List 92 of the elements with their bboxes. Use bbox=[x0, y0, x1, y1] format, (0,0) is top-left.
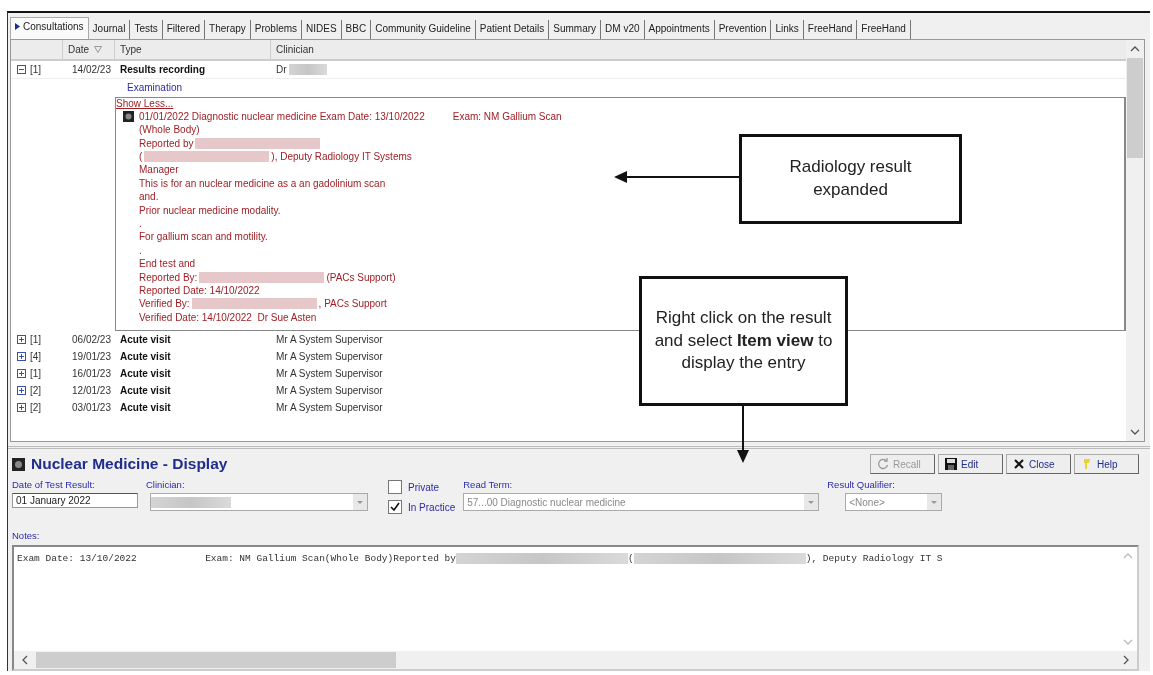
result-text: Exam: NM Gallium Scan bbox=[452, 109, 562, 124]
section-link[interactable]: Examination bbox=[127, 82, 183, 94]
entry-count: [2] bbox=[30, 384, 42, 396]
clinician-cell: Dr bbox=[276, 63, 287, 75]
scroll-left-icon[interactable] bbox=[22, 655, 28, 665]
scroll-down-icon[interactable] bbox=[1130, 429, 1140, 435]
column-header[interactable]: Type bbox=[120, 43, 142, 55]
result-text: Reported By: bbox=[139, 270, 198, 284]
result-text: and. bbox=[139, 190, 159, 204]
qualifier-dropdown[interactable]: <None> bbox=[845, 493, 943, 511]
result-text: Reported by bbox=[139, 136, 194, 150]
result-text: This is for an nuclear medicine as a an gadolinium scan bbox=[139, 176, 386, 191]
date-cell: 14/02/23 bbox=[72, 63, 111, 75]
clinician-cell: Mr A System Supervisor bbox=[276, 384, 383, 396]
clinician-cell: Mr A System Supervisor bbox=[276, 367, 383, 379]
date-cell: 06/02/23 bbox=[72, 333, 111, 345]
date-field[interactable]: 01 January 2022 bbox=[12, 493, 138, 508]
type-cell: Acute visit bbox=[120, 367, 171, 379]
save-icon bbox=[945, 458, 957, 470]
field-label: Result Qualifier: bbox=[827, 479, 896, 490]
redaction-bar bbox=[288, 63, 327, 75]
help-icon bbox=[1081, 458, 1093, 470]
expander-icon[interactable] bbox=[17, 334, 26, 344]
checkbox-label: In Practice bbox=[408, 501, 456, 513]
clinician-cell: Mr A System Supervisor bbox=[276, 401, 383, 413]
result-text: Verified By: bbox=[139, 297, 190, 311]
result-text: . bbox=[139, 216, 142, 231]
checkbox-label: Private bbox=[408, 481, 440, 493]
entry-count: [4] bbox=[30, 350, 42, 362]
entry-count: [2] bbox=[30, 401, 42, 413]
arrow bbox=[736, 405, 750, 463]
field-label: Notes: bbox=[12, 530, 41, 541]
clinician-cell: Mr A System Supervisor bbox=[276, 350, 383, 362]
type-cell: Acute visit bbox=[120, 350, 171, 362]
result-text: ), Deputy Radiology IT Systems bbox=[271, 150, 412, 164]
result-text: End test and bbox=[139, 257, 196, 271]
date-cell: 16/01/23 bbox=[72, 367, 111, 379]
date-cell: 19/01/23 bbox=[72, 350, 111, 362]
scroll-right-icon[interactable] bbox=[1123, 655, 1129, 665]
result-text: , PACs Support bbox=[318, 297, 387, 311]
checkbox[interactable] bbox=[388, 500, 402, 514]
result-text: (PACs Support) bbox=[326, 270, 396, 284]
expander-icon[interactable] bbox=[17, 402, 26, 412]
close-icon bbox=[1013, 458, 1025, 470]
sort-icon bbox=[94, 45, 103, 53]
result-text: Verified Date: 14/10/2022 Dr Sue Asten bbox=[139, 310, 317, 325]
read-term-dropdown[interactable]: 57...00 Diagnostic nuclear medicine bbox=[463, 493, 820, 511]
result-text: 01/01/2022 Diagnostic nuclear medicine Exam Date: 13/10/2022 bbox=[139, 109, 425, 124]
entry-count: [1] bbox=[30, 333, 42, 345]
scroll-up-icon[interactable] bbox=[1130, 45, 1140, 52]
checkbox[interactable] bbox=[388, 480, 402, 494]
toolbar-button[interactable]: Edit bbox=[938, 454, 1003, 474]
result-text: . bbox=[139, 243, 142, 258]
date-cell: 03/01/23 bbox=[72, 401, 111, 413]
date-cell: 12/01/23 bbox=[72, 384, 111, 396]
column-header[interactable]: Date bbox=[68, 43, 90, 55]
field-label: Clinician: bbox=[146, 479, 186, 490]
refresh-icon bbox=[877, 458, 889, 470]
result-text: Prior nuclear medicine modality. bbox=[139, 203, 281, 217]
result-icon bbox=[123, 110, 134, 122]
expander-icon[interactable] bbox=[17, 64, 26, 74]
scroll-thumb[interactable] bbox=[36, 652, 396, 668]
expander-icon[interactable] bbox=[17, 351, 26, 361]
result-icon bbox=[12, 457, 25, 471]
scrollbar[interactable] bbox=[1126, 39, 1144, 441]
type-cell: Results recording bbox=[120, 63, 206, 75]
panel-title: Nuclear Medicine - Display bbox=[31, 455, 228, 473]
field-label: Read Term: bbox=[463, 479, 514, 490]
entry-count: [1] bbox=[30, 367, 42, 379]
column-header[interactable]: Clinician bbox=[276, 43, 314, 55]
result-text: For gallium scan and motility. bbox=[139, 230, 268, 244]
expander-icon[interactable] bbox=[17, 385, 26, 395]
result-text: (Whole Body) bbox=[139, 123, 200, 137]
clinician-cell: Mr A System Supervisor bbox=[276, 333, 383, 345]
result-text: Manager bbox=[139, 163, 179, 177]
type-cell: Acute visit bbox=[120, 401, 171, 413]
expander-icon[interactable] bbox=[17, 368, 26, 378]
entry-count: [1] bbox=[30, 63, 42, 75]
result-text: ( bbox=[139, 150, 143, 164]
result-text: Reported Date: 14/10/2022 bbox=[139, 283, 260, 298]
callout-box: Right click on the result and select Item view to display the entry bbox=[639, 276, 848, 406]
show-less-link[interactable]: Show Less... bbox=[116, 97, 174, 110]
type-cell: Acute visit bbox=[120, 384, 171, 396]
triangle-icon bbox=[15, 22, 20, 30]
field-label: Date of Test Result: bbox=[12, 479, 96, 490]
scroll-thumb[interactable] bbox=[1127, 57, 1143, 158]
notes-field[interactable]: Exam Date: 13/10/2022 Exam: NM Gallium Scan(Whole Body)Reported by ( ), Deputy Radiology IT S bbox=[12, 545, 1139, 671]
type-cell: Acute visit bbox=[120, 333, 171, 345]
tab[interactable]: Consultations bbox=[10, 16, 89, 39]
callout-box: Radiology result expanded bbox=[739, 134, 962, 224]
toolbar-button[interactable]: Close bbox=[1006, 454, 1071, 474]
toolbar-button[interactable]: Help bbox=[1074, 454, 1139, 474]
